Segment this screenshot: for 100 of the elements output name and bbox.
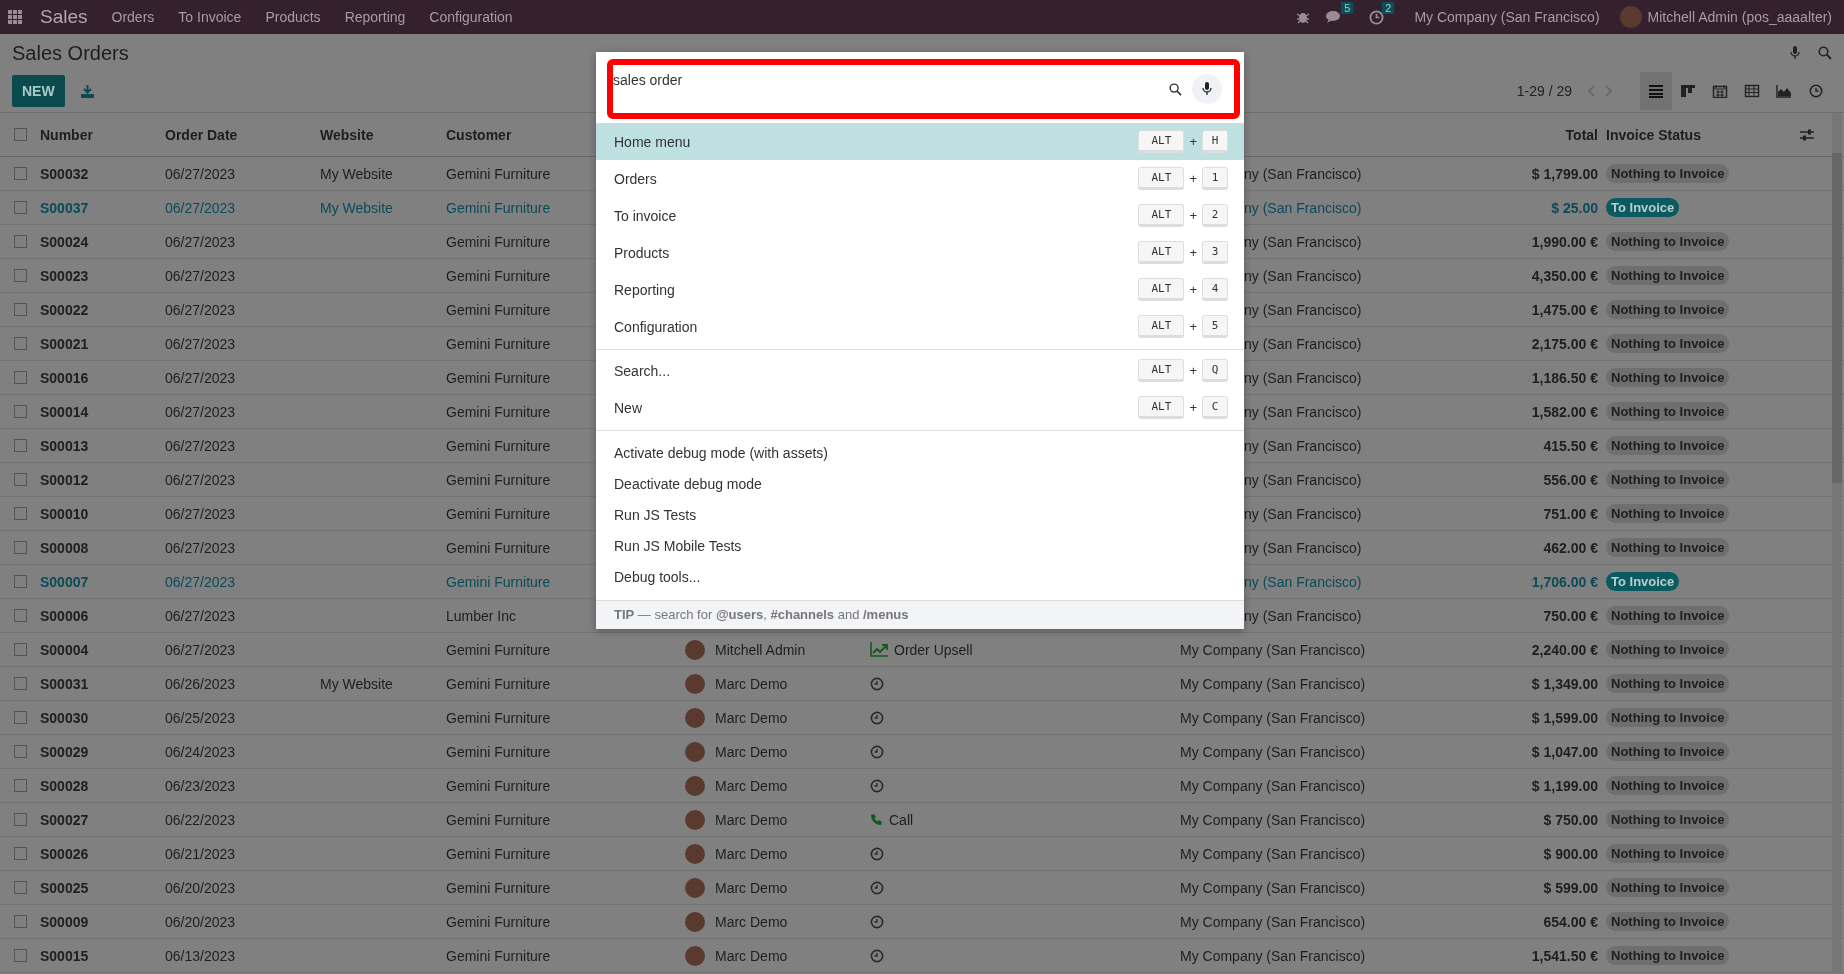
download-icon[interactable] [80, 84, 94, 98]
clock-icon[interactable] [870, 948, 884, 963]
apps-grid-icon[interactable] [8, 10, 22, 24]
list-view-icon[interactable] [1640, 72, 1672, 110]
row-checkbox[interactable] [13, 371, 27, 384]
clock-icon[interactable] [870, 710, 884, 725]
next-icon[interactable] [1604, 85, 1612, 97]
row-checkbox[interactable] [13, 575, 27, 588]
row-checkbox[interactable] [13, 337, 27, 350]
menu-item[interactable]: Products [265, 9, 321, 25]
order-number[interactable]: S00032 [40, 165, 165, 182]
microphone-icon[interactable] [1202, 82, 1212, 96]
search-icon[interactable] [1169, 82, 1182, 96]
row-checkbox[interactable] [13, 677, 27, 690]
menu-item[interactable]: To Invoice [178, 9, 242, 25]
row-checkbox[interactable] [13, 643, 27, 656]
row-checkbox[interactable] [13, 711, 27, 724]
command-item[interactable]: New ALT + C [596, 389, 1244, 426]
order-number[interactable]: S00029 [40, 743, 165, 760]
order-number[interactable]: S00009 [40, 913, 165, 930]
menu-item[interactable]: Reporting [344, 9, 406, 25]
row-checkbox[interactable] [13, 201, 27, 214]
user-menu[interactable]: Mitchell Admin (pos_aaaalter) [1647, 9, 1832, 25]
command-item[interactable]: To invoice ALT + 2 [596, 197, 1244, 234]
row-checkbox[interactable] [13, 779, 27, 792]
menu-item[interactable]: Orders [111, 9, 155, 25]
previous-icon[interactable] [1588, 85, 1596, 97]
order-number[interactable]: S00028 [40, 777, 165, 794]
order-number[interactable]: S00008 [40, 539, 165, 556]
order-number[interactable]: S00010 [40, 505, 165, 522]
column-header[interactable]: Invoice Status [1606, 126, 1800, 143]
command-item[interactable]: Run JS Mobile Tests [596, 530, 1244, 561]
order-number[interactable]: S00030 [40, 709, 165, 726]
order-number[interactable]: S00037 [40, 199, 165, 216]
clock-icon[interactable] [870, 880, 884, 895]
column-header[interactable]: Total [1440, 126, 1606, 143]
command-item[interactable]: Deactivate debug mode [596, 468, 1244, 499]
order-number[interactable]: S00026 [40, 845, 165, 862]
row-checkbox[interactable] [13, 405, 27, 418]
scrollbar[interactable] [1832, 113, 1842, 973]
row-checkbox[interactable] [13, 439, 27, 452]
clock-icon[interactable] [870, 676, 884, 691]
order-number[interactable]: S00016 [40, 369, 165, 386]
order-number[interactable]: S00031 [40, 675, 165, 692]
row-checkbox[interactable] [13, 745, 27, 758]
command-item[interactable]: Products ALT + 3 [596, 234, 1244, 271]
clock-icon[interactable] [870, 744, 884, 759]
row-checkbox[interactable] [13, 915, 27, 928]
order-number[interactable]: S00015 [40, 947, 165, 964]
command-item[interactable]: Reporting ALT + 4 [596, 271, 1244, 308]
order-number[interactable]: S00022 [40, 301, 165, 318]
row-checkbox[interactable] [13, 949, 27, 962]
order-number[interactable]: S00023 [40, 267, 165, 284]
column-settings-icon[interactable] [1800, 128, 1814, 141]
activity-label[interactable]: Call [889, 811, 914, 828]
bug-icon[interactable] [1296, 10, 1311, 24]
search-field[interactable]: sales order [607, 59, 1240, 119]
column-header[interactable]: Number [40, 126, 165, 143]
command-item[interactable]: Activate debug mode (with assets) [596, 437, 1244, 468]
app-name[interactable]: Sales [40, 6, 88, 28]
clock-icon[interactable] [870, 846, 884, 861]
order-number[interactable]: S00027 [40, 811, 165, 828]
column-header[interactable]: Order Date [165, 126, 320, 143]
user-avatar[interactable] [1619, 6, 1642, 28]
clock-icon[interactable] [1369, 9, 1385, 25]
order-number[interactable]: S00006 [40, 607, 165, 624]
row-checkbox[interactable] [13, 269, 27, 282]
row-checkbox[interactable] [13, 303, 27, 316]
row-checkbox[interactable] [13, 881, 27, 894]
row-checkbox[interactable] [13, 609, 27, 622]
activity-label[interactable]: Order Upsell [894, 641, 973, 658]
column-header[interactable]: Customer [446, 126, 512, 143]
row-checkbox[interactable] [13, 847, 27, 860]
order-number[interactable]: S00021 [40, 335, 165, 352]
row-checkbox[interactable] [13, 507, 27, 520]
row-checkbox[interactable] [13, 235, 27, 248]
order-number[interactable]: S00014 [40, 403, 165, 420]
new-button[interactable]: NEW [12, 75, 65, 107]
clock-icon[interactable] [870, 778, 884, 793]
order-number[interactable]: S00013 [40, 437, 165, 454]
command-item[interactable]: Orders ALT + 1 [596, 160, 1244, 197]
select-all-checkbox[interactable] [13, 128, 27, 141]
phone-icon[interactable] [870, 813, 883, 826]
clock-icon[interactable] [870, 914, 884, 929]
order-number[interactable]: S00004 [40, 641, 165, 658]
command-item[interactable]: Home menu ALT + H [596, 123, 1244, 160]
command-item[interactable]: Configuration ALT + 5 [596, 308, 1244, 345]
order-number[interactable]: S00012 [40, 471, 165, 488]
trend-up-icon[interactable] [870, 642, 888, 657]
order-number[interactable]: S00025 [40, 879, 165, 896]
row-checkbox[interactable] [13, 541, 27, 554]
command-item[interactable]: Run JS Tests [596, 499, 1244, 530]
column-header[interactable]: Website [320, 126, 446, 143]
command-item[interactable]: Search... ALT + Q [596, 352, 1244, 389]
row-checkbox[interactable] [13, 473, 27, 486]
row-checkbox[interactable] [13, 167, 27, 180]
command-item[interactable]: Debug tools... [596, 561, 1244, 592]
order-number[interactable]: S00007 [40, 573, 165, 590]
microphone-button[interactable] [1192, 74, 1222, 104]
order-number[interactable]: S00024 [40, 233, 165, 250]
